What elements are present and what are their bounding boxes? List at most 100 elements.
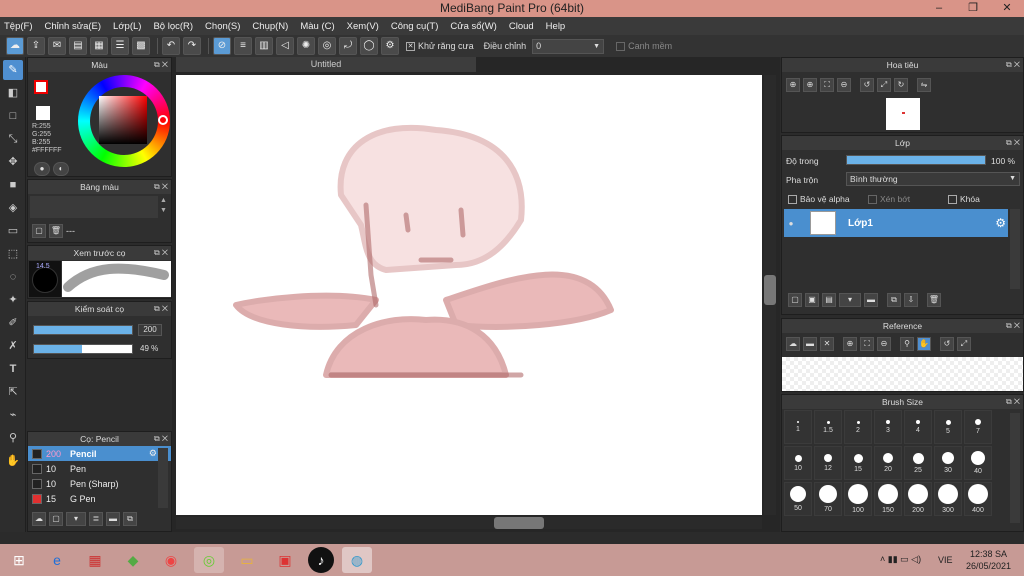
shape-tool-icon[interactable]: □ (3, 106, 23, 126)
brush-item[interactable]: 10 Pen (Sharp) (28, 476, 171, 491)
flip-icon[interactable]: ⇋ (917, 78, 931, 92)
rotate-right-icon[interactable]: ↻ (894, 78, 908, 92)
brush-item[interactable]: 200 Pencil ⚙ (28, 446, 171, 461)
new-brush-icon[interactable]: ▢ (49, 512, 63, 526)
bucket-tool-icon[interactable]: ◈ (3, 198, 23, 218)
layer-row[interactable]: ● Lớp1 ⚙ (784, 209, 1008, 237)
delete-layer-icon[interactable]: 🗑 (927, 293, 941, 307)
new-halftone-layer-icon[interactable]: ▣ (805, 293, 819, 307)
menu-filter[interactable]: Bộ lọc(R) (153, 21, 193, 32)
zoom-in-icon[interactable]: ⊕ (786, 78, 800, 92)
panel-close-icon[interactable]: ⧉ ✕ (154, 302, 168, 316)
brush-size-option[interactable]: 2 (844, 410, 872, 444)
text-tool-icon[interactable]: T (3, 359, 23, 379)
menu-edit[interactable]: Chỉnh sửa(E) (45, 21, 102, 32)
document-tab[interactable]: Untitled (176, 57, 476, 72)
clipping-checkbox[interactable]: Xén bớt (868, 194, 910, 205)
brush-size-option[interactable]: 400 (964, 482, 992, 516)
cross-snap-icon[interactable]: ▥ (255, 37, 273, 55)
ref-zoom-in-icon[interactable]: ⊕ (843, 337, 857, 351)
menu-layer[interactable]: Lớp(L) (113, 21, 141, 32)
open-reference-icon[interactable]: ▬ (803, 337, 817, 351)
parallel-snap-icon[interactable]: ≡ (234, 37, 252, 55)
tray-icons[interactable]: ˄ ▮▮ ▭ ◁) (880, 554, 921, 565)
ref-hand-icon[interactable]: ✋ (917, 337, 931, 351)
chrome-icon[interactable]: ◉ (156, 547, 186, 573)
fit-icon[interactable]: ⛶ (820, 78, 834, 92)
menu-tools[interactable]: Công cụ(T) (391, 21, 439, 32)
new-palette-icon[interactable]: ▢ (32, 224, 46, 238)
ref-fit-icon[interactable]: ⛶ (860, 337, 874, 351)
bluestacks-icon[interactable]: ◆ (118, 547, 148, 573)
windows-start-icon[interactable]: ⊞ (4, 547, 34, 573)
ref-rotate-icon[interactable]: ↺ (940, 337, 954, 351)
language-indicator[interactable]: VIE (938, 555, 953, 565)
palette-scroll[interactable]: ▲ ▼ (160, 196, 167, 216)
brush-size-option[interactable]: 40 (964, 446, 992, 480)
brush-size-option[interactable]: 50 (784, 482, 812, 516)
share-icon[interactable]: ⇪ (27, 37, 45, 55)
protect-alpha-checkbox[interactable]: Bảo vệ alpha (788, 194, 850, 205)
lock-checkbox[interactable]: Khóa (948, 194, 980, 205)
brush-settings-gear-icon[interactable]: ⚙ (149, 448, 157, 459)
radial-snap-icon[interactable]: ✺ (297, 37, 315, 55)
folder-icon[interactable]: ▬ (106, 512, 120, 526)
curve-snap-icon[interactable]: ⤾ (339, 37, 357, 55)
brush-list-scrollbar[interactable] (158, 448, 168, 508)
menu-help[interactable]: Help (546, 21, 566, 32)
internet-explorer-icon[interactable]: e (42, 547, 72, 573)
brush-size-option[interactable]: 5 (934, 410, 962, 444)
brush-size-option[interactable]: 25 (904, 446, 932, 480)
restore-button[interactable]: ❐ (956, 0, 990, 17)
fullscreen-icon[interactable]: ⤢ (877, 78, 891, 92)
color-history-button[interactable]: ◐ (53, 162, 69, 176)
duplicate-layer-icon[interactable]: ⧉ (887, 293, 901, 307)
panel-close-icon[interactable]: ⧉ ✕ (1006, 136, 1020, 150)
comment-icon[interactable]: ✉ (48, 37, 66, 55)
brush-size-option[interactable]: 70 (814, 482, 842, 516)
layer-folder-icon[interactable]: ▬ (864, 293, 878, 307)
brush-size-option[interactable]: 300 (934, 482, 962, 516)
brush-item[interactable]: 15 G Pen (28, 491, 171, 506)
close-reference-icon[interactable]: ✕ (820, 337, 834, 351)
cloud-brush-icon[interactable]: ☁ (32, 512, 46, 526)
fill-rect-tool-icon[interactable]: ■ (3, 175, 23, 195)
cloud-icon[interactable]: ☁ (6, 37, 24, 55)
move-tool-icon[interactable]: ✥ (3, 152, 23, 172)
brush-size-option[interactable]: 3 (874, 410, 902, 444)
close-button[interactable]: ✕ (990, 0, 1024, 17)
operation-tool-icon[interactable]: ⇱ (3, 382, 23, 402)
brush-opacity-slider[interactable] (33, 344, 133, 354)
snap-off-icon[interactable]: ⊘ (213, 37, 231, 55)
panel-close-icon[interactable]: ⧉ ✕ (154, 432, 168, 446)
foreground-color-swatch[interactable] (34, 80, 48, 94)
adjust-select[interactable]: 0 ▼ (532, 38, 605, 54)
panel-close-icon[interactable]: ⧉ ✕ (1006, 319, 1020, 333)
undo-icon[interactable]: ↶ (162, 37, 180, 55)
color-mode-button[interactable]: ● (34, 162, 50, 176)
select-eraser-tool-icon[interactable]: ✗ (3, 336, 23, 356)
brush-size-option[interactable]: 10 (784, 446, 812, 480)
app-grid-icon[interactable]: ▦ (80, 547, 110, 573)
brush-size-option[interactable]: 100 (844, 482, 872, 516)
menu-select[interactable]: Chọn(S) (205, 21, 240, 32)
zoom-out-icon[interactable]: ⊖ (837, 78, 851, 92)
delete-palette-icon[interactable]: 🗑 (49, 224, 63, 238)
blend-mode-select[interactable]: Bình thường ▼ (846, 172, 1020, 186)
list-icon[interactable]: ☰ (111, 37, 129, 55)
panel-close-icon[interactable]: ⧉ ✕ (1006, 58, 1020, 72)
ellipse-snap-icon[interactable]: ◯ (360, 37, 378, 55)
app-icon[interactable]: ◎ (194, 547, 224, 573)
eraser-tool-icon[interactable]: ◧ (3, 83, 23, 103)
hand-tool-icon[interactable]: ✋ (3, 451, 23, 471)
circle-snap-icon[interactable]: ◎ (318, 37, 336, 55)
brush-size-option[interactable]: 4 (904, 410, 932, 444)
merge-layer-icon[interactable]: ⇩ (904, 293, 918, 307)
palette-swatch-area[interactable] (30, 196, 158, 218)
layer-list-scrollbar[interactable] (1010, 209, 1020, 289)
redo-icon[interactable]: ↷ (183, 37, 201, 55)
brush-size-option[interactable]: 20 (874, 446, 902, 480)
brush-tool-icon[interactable]: ✎ (3, 60, 23, 80)
vertical-scroll-thumb[interactable] (764, 275, 776, 305)
brush-size-option[interactable]: 150 (874, 482, 902, 516)
